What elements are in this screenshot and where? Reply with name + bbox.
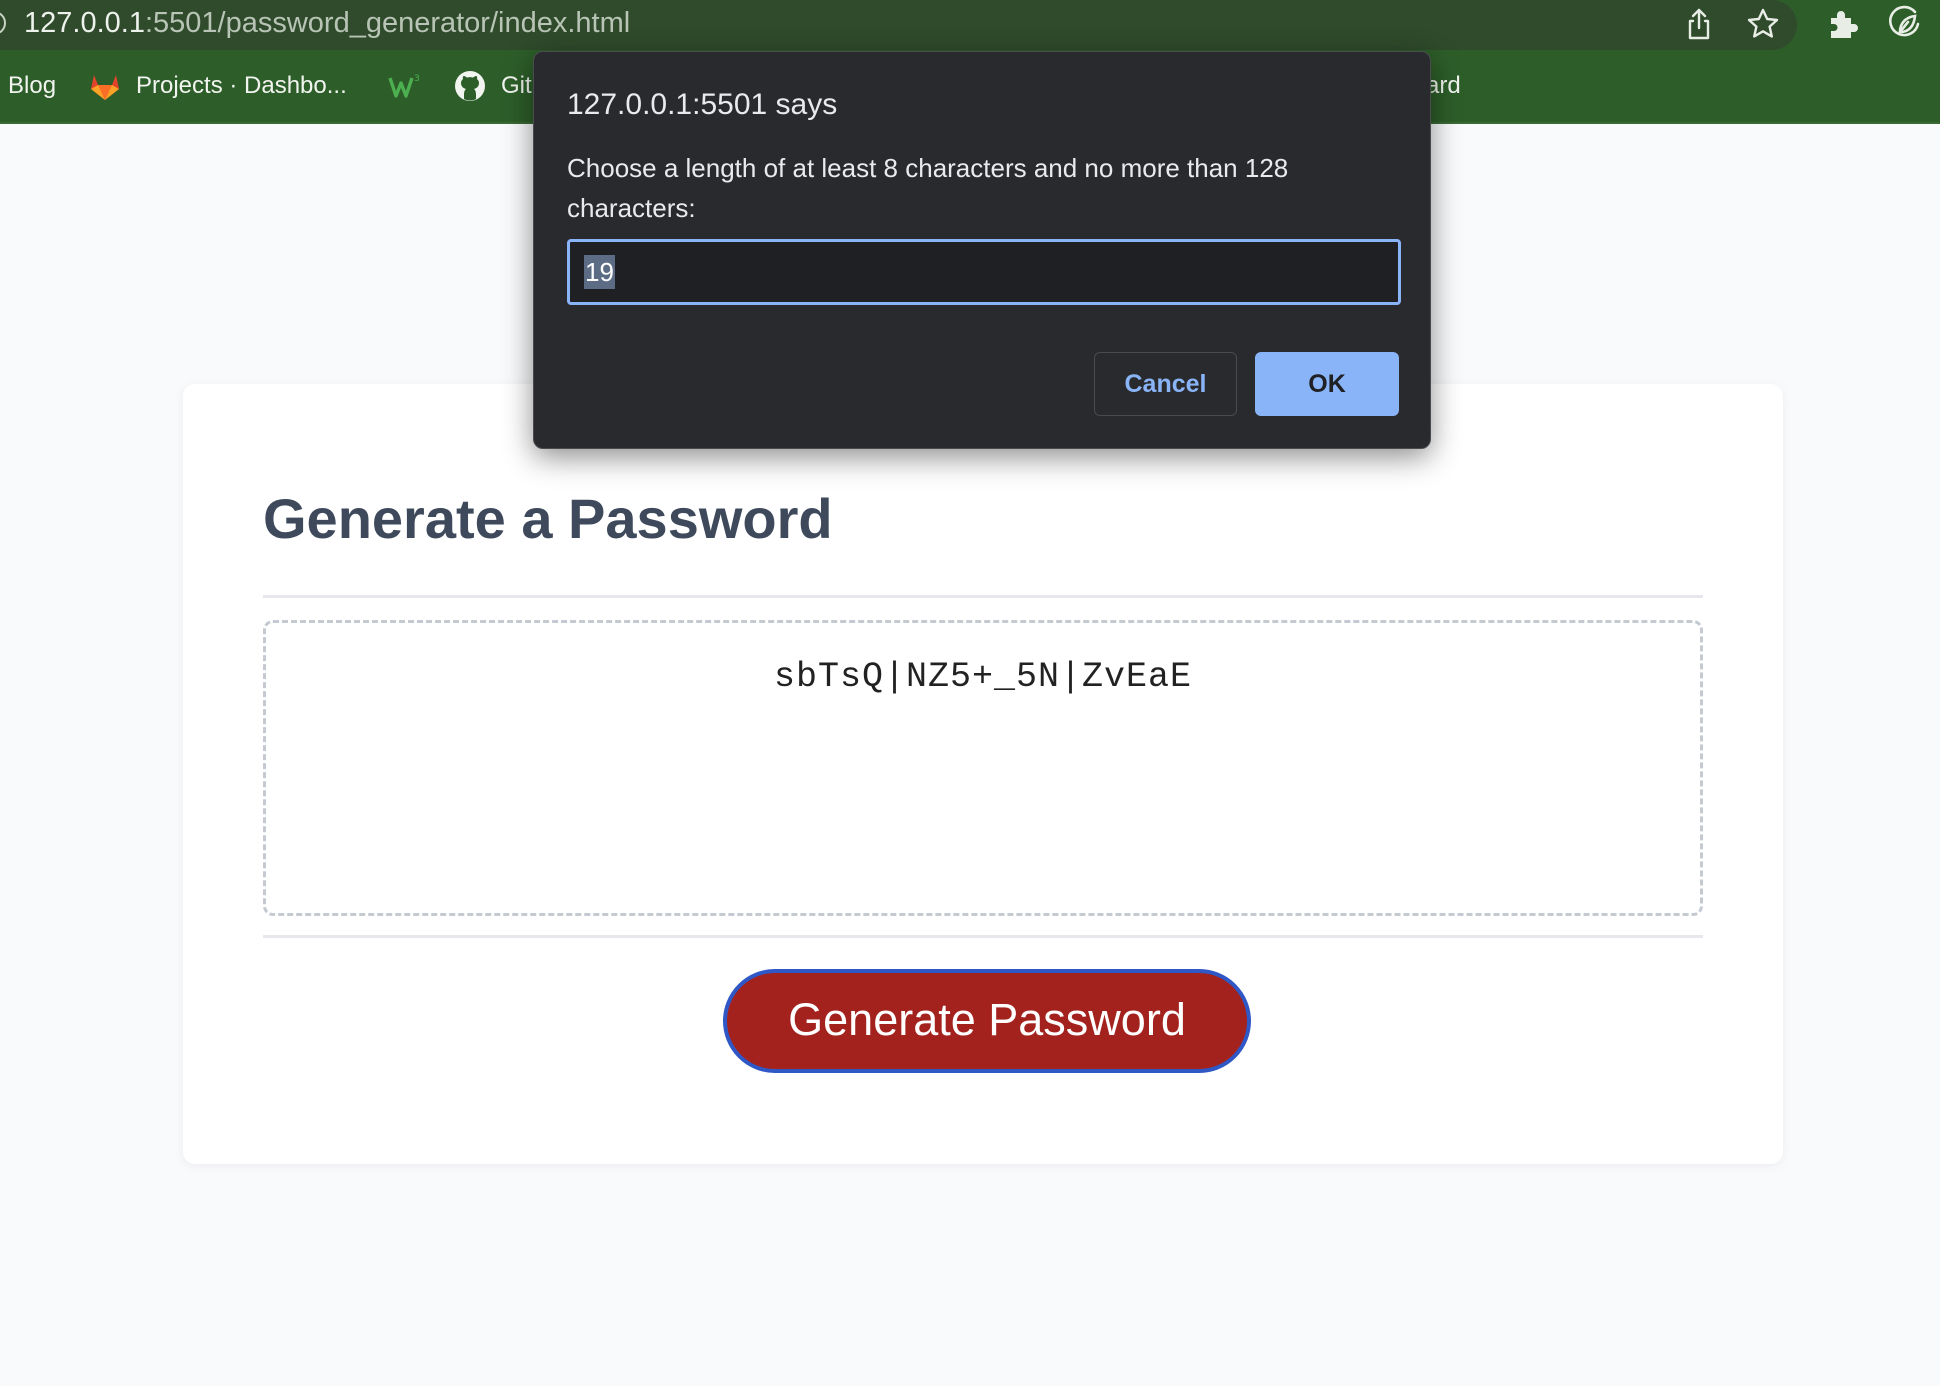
bookmark-github[interactable]: Git [453, 66, 532, 106]
length-input[interactable]: 19 [567, 239, 1401, 305]
w3schools-icon: 3 [388, 69, 422, 103]
password-card: Generate a Password sbTsQ|NZ5+_5N|ZvEaE … [183, 384, 1783, 1164]
share-icon[interactable] [1679, 4, 1719, 44]
cancel-button[interactable]: Cancel [1094, 352, 1237, 416]
divider-bottom [263, 935, 1703, 938]
generated-password: sbTsQ|NZ5+_5N|ZvEaE [773, 657, 1193, 697]
bookmark-dashboard[interactable]: ard [1426, 66, 1461, 106]
input-value: 19 [584, 255, 615, 289]
dialog-title: 127.0.0.1:5501 says [567, 88, 838, 121]
bookmark-projects-dashboard[interactable]: Projects · Dashbo... [88, 66, 347, 106]
dialog-message: Choose a length of at least 8 characters… [567, 153, 1289, 223]
address-bar[interactable]: i 127.0.0.1:5501/password_generator/inde… [0, 0, 1797, 50]
site-info-icon[interactable]: i [0, 11, 6, 35]
star-icon[interactable] [1743, 4, 1783, 44]
gitlab-icon [88, 69, 122, 103]
ok-button[interactable]: OK [1255, 352, 1399, 416]
url-text[interactable]: 127.0.0.1:5501/password_generator/index.… [24, 6, 630, 40]
generate-password-button[interactable]: Generate Password [723, 969, 1251, 1073]
bookmark-blog[interactable]: Blog [8, 66, 56, 106]
bookmark-w3schools[interactable]: 3 [388, 66, 422, 106]
svg-text:3: 3 [414, 74, 420, 84]
page-title: Generate a Password [263, 487, 833, 550]
divider-top [263, 595, 1703, 598]
prompt-dialog: 127.0.0.1:5501 says Choose a length of a… [533, 51, 1431, 449]
password-output[interactable]: sbTsQ|NZ5+_5N|ZvEaE [263, 620, 1703, 916]
leaf-extension-icon[interactable] [1885, 4, 1925, 44]
github-icon [453, 69, 487, 103]
extensions-icon[interactable] [1822, 4, 1862, 44]
